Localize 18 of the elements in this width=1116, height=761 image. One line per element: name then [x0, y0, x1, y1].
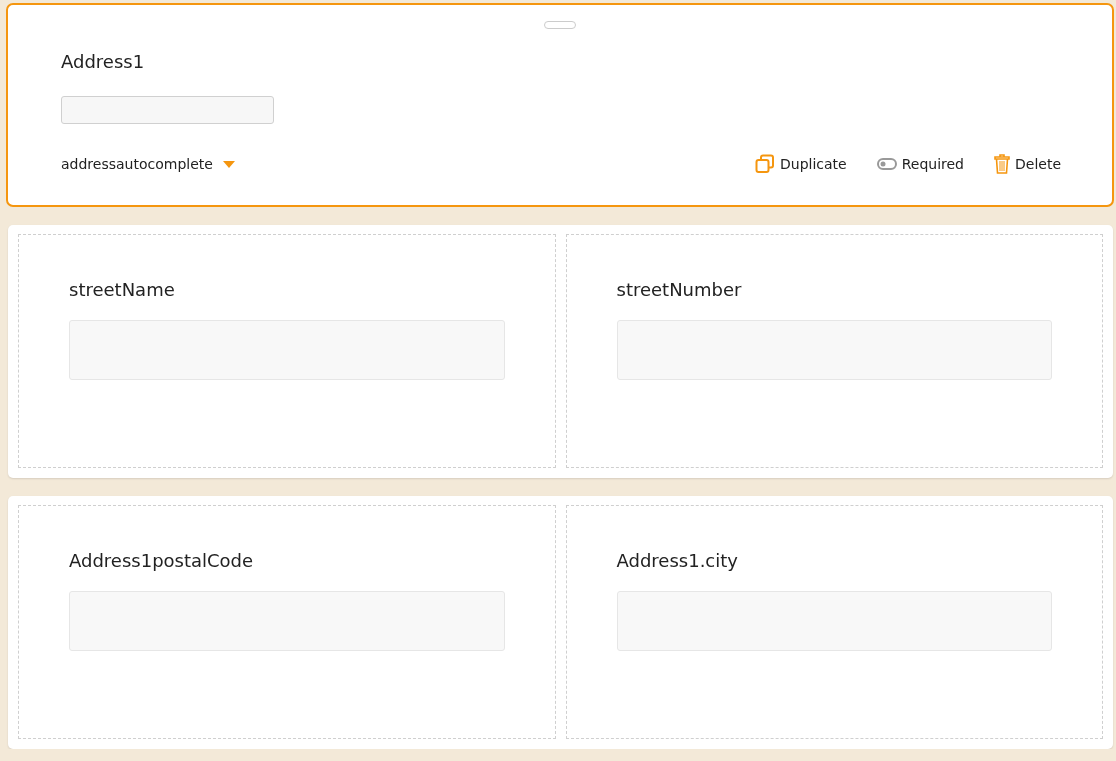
copy-icon: [755, 154, 775, 174]
trash-icon: [994, 154, 1010, 174]
field-label: streetNumber: [616, 279, 743, 300]
field-label: streetName: [69, 279, 176, 300]
delete-button[interactable]: Delete: [994, 154, 1061, 174]
input-field[interactable]: [61, 96, 274, 124]
input-field[interactable]: [69, 320, 505, 380]
required-toggle[interactable]: Required: [876, 156, 964, 172]
input-field[interactable]: [616, 320, 1052, 380]
field-label: Address1postalCode: [69, 550, 255, 571]
caret-icon: [222, 160, 235, 168]
input-field[interactable]: [69, 591, 505, 651]
input-field[interactable]: [616, 591, 1052, 651]
duplicate-button[interactable]: Duplicate: [755, 154, 847, 174]
type-dropdown[interactable]: addressautocomplete: [61, 156, 235, 172]
field-label: Address1: [61, 51, 146, 72]
field-label: Address1.city: [616, 550, 739, 571]
drag-handle[interactable]: [544, 21, 576, 29]
